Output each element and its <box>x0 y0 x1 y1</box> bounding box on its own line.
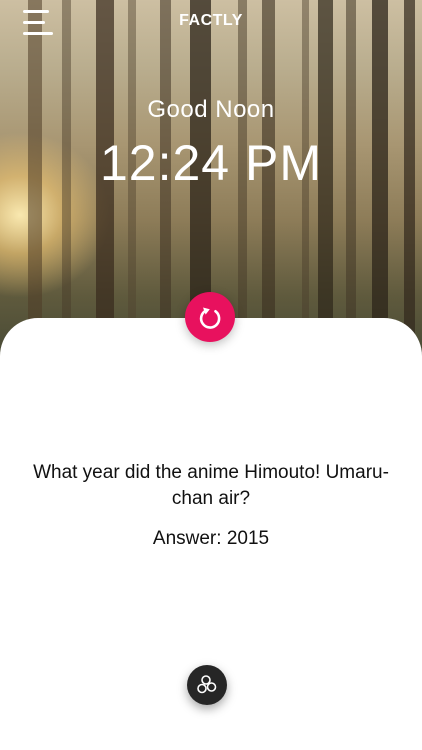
answer-value: 2015 <box>226 528 270 549</box>
bubbles-icon <box>197 675 217 694</box>
fact-question: What year did the anime Himouto! Umaru-c… <box>33 462 389 509</box>
greeting-text: Good Noon <box>147 96 275 123</box>
share-button[interactable] <box>187 665 227 705</box>
app-title: FACTLY <box>179 12 243 29</box>
clock-time: 12:24 PM <box>99 135 322 191</box>
fact-answer: Answer: 2015 <box>0 528 422 550</box>
refresh-button[interactable] <box>185 292 235 342</box>
refresh-icon <box>199 307 221 329</box>
answer-label: Answer: <box>152 528 227 549</box>
